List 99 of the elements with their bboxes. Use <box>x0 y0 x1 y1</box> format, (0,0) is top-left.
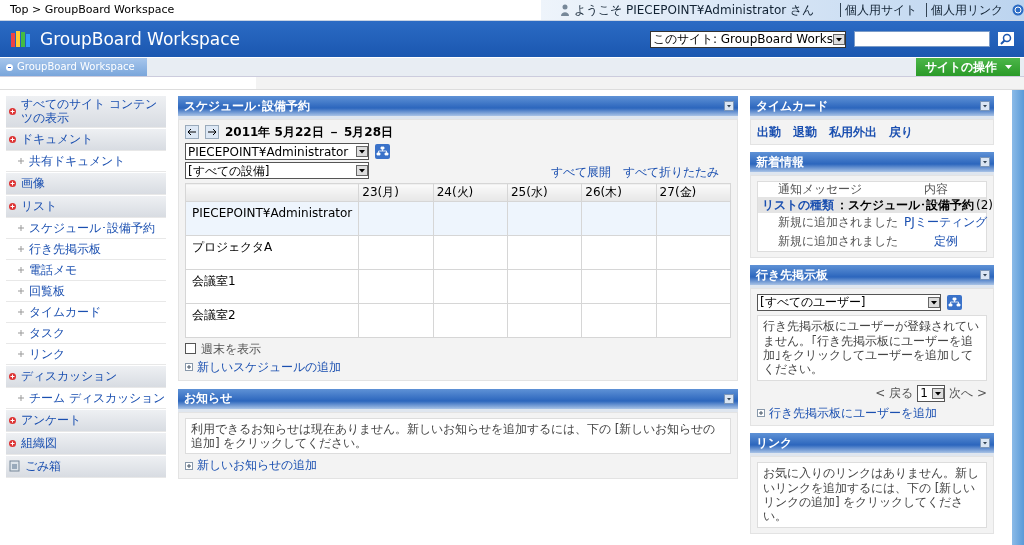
scope-select[interactable]: このサイト: GroupBoard Works <box>649 30 846 48</box>
org-chart-icon[interactable] <box>375 144 390 160</box>
user-filter-select[interactable]: [すべてのユーザー] <box>757 294 941 312</box>
news-item-link[interactable]: PJミーティング <box>904 215 987 230</box>
site-title: GroupBoard Workspace <box>40 28 242 50</box>
expand-icon <box>9 416 16 424</box>
news-item-link[interactable]: 定例 <box>934 234 958 249</box>
left-arrow-icon <box>188 129 196 136</box>
next-week-button[interactable] <box>205 125 219 140</box>
bullet-icon <box>18 351 24 358</box>
collapse-icon[interactable] <box>980 270 990 281</box>
notice-message: 利用できるお知らせは現在ありません。新しいお知らせを追加するには、下の [新しいお知らせの追加] をクリックしてください。 <box>185 417 731 455</box>
page-select[interactable]: 1 <box>917 384 946 402</box>
day-header: 25(水) <box>507 183 582 202</box>
bullet-icon <box>18 395 24 402</box>
previous-week-button[interactable] <box>185 125 199 140</box>
collapse-icon[interactable] <box>980 438 990 449</box>
help-icon[interactable] <box>1012 4 1024 16</box>
search-field[interactable] <box>854 31 990 47</box>
resource-cell: 会議室1 <box>185 269 359 304</box>
bullet-icon <box>18 246 24 253</box>
welcome-text[interactable]: ようこそ PIECEPOINT¥Administrator さん <box>574 2 814 18</box>
weekend-label: 週末を表示 <box>201 341 261 357</box>
timecard-link[interactable]: 私用外出 <box>829 125 877 140</box>
sidebar-item[interactable]: 組織図 <box>6 432 166 455</box>
day-header: 23(月) <box>358 183 434 202</box>
panel-title: 行き先掲示板 <box>756 267 828 283</box>
breadcrumb[interactable]: Top > GroupBoard Workspace <box>0 3 175 17</box>
expand-icon <box>9 202 16 210</box>
resource-cell: PIECEPOINT¥Administrator <box>185 201 359 236</box>
panel-title: 新着情報 <box>756 155 804 170</box>
sidebar-item[interactable]: 画像 <box>6 172 166 195</box>
group-value: ：スケジュール･設備予約 <box>836 197 974 213</box>
dropdown-button[interactable] <box>356 146 368 158</box>
collapse-icon[interactable] <box>980 101 990 111</box>
panel-title: スケジュール･設備予約 <box>184 98 310 114</box>
links-message: お気に入りのリンクはありません。新しいリンクを追加するには、下の [新しいリンクの追加] をクリックしてください。 <box>757 462 987 528</box>
sidebar-item[interactable]: ディスカッション <box>6 365 166 388</box>
group-link[interactable]: リストの種類 <box>762 197 834 213</box>
panel-title: お知らせ <box>184 391 232 406</box>
panel-title: タイムカード <box>756 98 828 114</box>
timecard-link[interactable]: 出勤 <box>757 125 781 140</box>
expand-icon <box>9 439 16 447</box>
search-icon[interactable] <box>998 32 1014 46</box>
add-notice-link[interactable]: 新しいお知らせの追加 <box>185 458 731 473</box>
next-link[interactable]: 次へ > <box>949 386 987 401</box>
logo-icon <box>10 29 32 49</box>
panel-title: リンク <box>756 435 792 451</box>
day-header: 26(木) <box>581 183 657 202</box>
collapse-icon[interactable] <box>980 157 990 168</box>
timecard-link[interactable]: 戻り <box>889 125 913 140</box>
expand-icon <box>9 107 16 115</box>
sidebar-item[interactable]: すべてのサイト コンテンツの表示 <box>6 96 166 128</box>
collapse-icon[interactable] <box>724 393 734 404</box>
group-count: (2) <box>976 197 993 213</box>
collapse-icon[interactable] <box>724 101 734 111</box>
bullet-icon <box>18 158 24 165</box>
column-header: 内容 <box>924 182 948 197</box>
expand-icon <box>9 135 16 143</box>
expand-all-link[interactable]: すべて展開 <box>551 165 611 180</box>
equipment-select[interactable]: [すべての設備] <box>185 162 369 180</box>
date-range: 2011年 5月22日 － 5月28日 <box>225 125 394 140</box>
personal-link[interactable]: 個人用リンク <box>926 2 1007 18</box>
news-message: 新規に追加されました <box>777 215 898 230</box>
sidebar-item[interactable]: ごみ箱 <box>6 455 166 478</box>
caret-icon <box>1004 65 1012 69</box>
bullet-icon <box>18 309 24 316</box>
user-icon <box>561 4 570 16</box>
resource-cell: 会議室2 <box>185 303 359 338</box>
destination-message: 行き先掲示板にユーザーが登録されていません。｢行き先掲示板にユーザーを追加｣をクリックしてユーザーを追加してください。 <box>757 315 987 381</box>
sidebar-item[interactable]: ドキュメント <box>6 128 166 151</box>
bullet-icon <box>18 267 24 274</box>
bullet-icon <box>18 288 24 295</box>
right-arrow-icon <box>208 129 216 136</box>
news-message: 新規に追加されました <box>777 234 899 249</box>
org-chart-icon[interactable] <box>947 295 962 311</box>
dropdown-button[interactable] <box>833 33 845 45</box>
timecard-link[interactable]: 退勤 <box>793 125 817 140</box>
personal-link[interactable]: 個人用サイト <box>840 2 921 18</box>
day-header: 24(火) <box>433 183 508 202</box>
expand-icon <box>9 372 16 380</box>
expand-icon <box>9 179 16 187</box>
sidebar-item[interactable]: アンケート <box>6 409 166 432</box>
add-user-link[interactable]: 行き先掲示板にユーザーを追加 <box>757 405 987 421</box>
add-schedule-link[interactable]: 新しいスケジュールの追加 <box>185 360 731 375</box>
dropdown-button[interactable] <box>928 297 940 309</box>
day-header: 27(金) <box>656 183 731 202</box>
weekend-checkbox[interactable] <box>185 343 196 355</box>
dropdown-button[interactable] <box>356 165 368 177</box>
trash-icon <box>9 460 20 473</box>
sidebar-item[interactable]: リスト <box>6 195 166 218</box>
dropdown-button[interactable] <box>932 387 945 399</box>
column-header: 通知メッセージ <box>777 182 863 197</box>
resource-cell: プロジェクタA <box>185 235 359 270</box>
bullet-icon <box>18 225 24 232</box>
collapse-all-link[interactable]: すべて折りたたみ <box>623 165 719 180</box>
previous-link[interactable]: < 戻る <box>875 386 914 401</box>
bullet-icon <box>18 330 24 337</box>
user-select[interactable]: PIECEPOINT¥Administrator <box>185 143 369 161</box>
